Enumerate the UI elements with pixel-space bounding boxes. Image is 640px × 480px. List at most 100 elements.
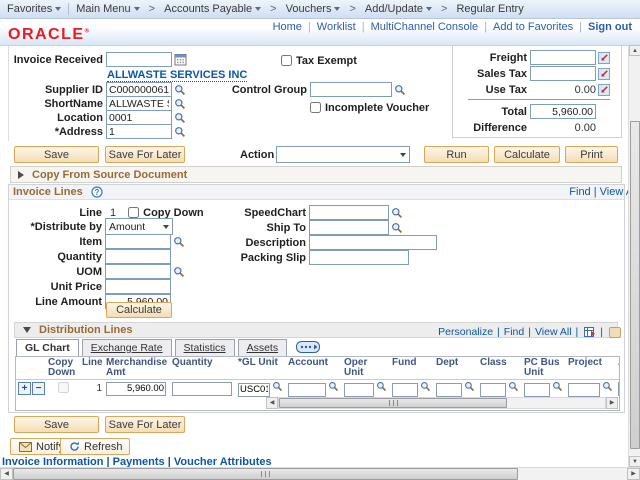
lookup-icon[interactable] xyxy=(174,112,186,124)
address-input[interactable] xyxy=(106,124,172,139)
distribute-by-select[interactable]: Amount xyxy=(105,218,173,235)
show-all-columns-icon[interactable] xyxy=(296,341,320,353)
tab-gl-chart[interactable]: GL Chart xyxy=(16,339,79,356)
footer-save-button[interactable]: Save xyxy=(14,416,99,433)
copy-down-checkbox[interactable] xyxy=(128,207,139,218)
unit-price-input[interactable] xyxy=(105,279,171,294)
speedchart-input[interactable] xyxy=(309,205,389,220)
calendar-icon[interactable] xyxy=(174,53,187,66)
breadcrumb-add-update[interactable]: Add/Update xyxy=(358,0,439,18)
scroll-left-arrow[interactable]: ◀ xyxy=(0,468,13,480)
description-input[interactable] xyxy=(309,235,437,250)
refresh-button[interactable]: Refresh xyxy=(60,438,130,455)
sign-out-link[interactable]: Sign out xyxy=(588,21,632,33)
tax-exempt-checkbox[interactable] xyxy=(281,55,292,66)
tab-statistics[interactable]: Statistics xyxy=(175,339,235,356)
lookup-icon[interactable] xyxy=(174,126,186,138)
lookup-icon[interactable] xyxy=(420,381,431,392)
lookup-icon[interactable] xyxy=(552,381,563,392)
delete-row-button[interactable]: − xyxy=(32,382,45,395)
grid-find-link[interactable]: Find xyxy=(504,326,524,338)
row-pc-bus-unit-input[interactable] xyxy=(524,383,550,397)
lookup-icon[interactable] xyxy=(173,266,185,278)
expand-triangle-icon[interactable] xyxy=(18,171,24,179)
row-fund-input[interactable] xyxy=(392,383,418,397)
item-input[interactable] xyxy=(105,234,171,249)
shortname-input[interactable] xyxy=(106,96,172,111)
sales-tax-input[interactable] xyxy=(530,66,596,81)
lookup-icon[interactable] xyxy=(376,381,387,392)
ship-to-input[interactable] xyxy=(309,220,389,235)
supplier-id-input[interactable] xyxy=(106,82,172,97)
transfer-icon[interactable] xyxy=(598,84,610,96)
row-activity-input[interactable] xyxy=(618,382,620,396)
uom-input[interactable] xyxy=(105,264,171,279)
breadcrumb-vouchers[interactable]: Vouchers xyxy=(279,0,348,18)
lookup-icon[interactable] xyxy=(328,381,339,392)
print-button[interactable]: Print xyxy=(565,146,618,163)
home-link[interactable]: Home xyxy=(273,21,302,33)
footer-save-for-later-button[interactable]: Save For Later xyxy=(105,416,185,433)
lookup-icon[interactable] xyxy=(272,381,283,392)
quantity-input[interactable] xyxy=(105,249,171,264)
collapse-triangle-icon[interactable] xyxy=(23,327,31,333)
lookup-icon[interactable] xyxy=(174,98,186,110)
scroll-left-arrow[interactable]: ◀ xyxy=(266,397,278,409)
row-project-input[interactable] xyxy=(568,383,600,397)
page-v-scrollbar[interactable]: ▲ ▼ xyxy=(628,45,640,467)
worklist-link[interactable]: Worklist xyxy=(317,21,356,33)
run-button[interactable]: Run xyxy=(424,146,489,163)
scroll-track[interactable] xyxy=(13,468,627,480)
row-gl-unit-input[interactable] xyxy=(238,383,270,397)
scroll-track[interactable] xyxy=(278,397,606,409)
save-for-later-button[interactable]: Save For Later xyxy=(105,146,185,163)
grid-view-all-link[interactable]: View All xyxy=(535,326,572,338)
location-input[interactable] xyxy=(106,110,172,125)
row-account-input[interactable] xyxy=(288,383,326,397)
row-class-input[interactable] xyxy=(480,383,506,397)
add-row-button[interactable]: + xyxy=(18,382,31,395)
row-oper-unit-input[interactable] xyxy=(344,383,374,397)
main-menu[interactable]: Main Menu xyxy=(69,0,146,18)
scroll-up-arrow[interactable]: ▲ xyxy=(629,45,640,56)
download-grid-icon[interactable] xyxy=(584,327,596,338)
total-input[interactable] xyxy=(530,104,596,119)
add-to-favorites-link[interactable]: Add to Favorites xyxy=(493,21,573,33)
packing-slip-input[interactable] xyxy=(309,250,409,265)
control-group-input[interactable] xyxy=(310,82,392,97)
row-merchandise-amt-input[interactable] xyxy=(106,382,166,396)
copy-from-source-section[interactable]: Copy From Source Document xyxy=(10,166,622,183)
lookup-icon[interactable] xyxy=(173,236,185,248)
lookup-icon[interactable] xyxy=(394,84,406,96)
breadcrumb-accounts-payable[interactable]: Accounts Payable xyxy=(157,0,268,18)
scroll-right-arrow[interactable]: ▶ xyxy=(606,397,618,409)
scroll-right-arrow[interactable]: ▶ xyxy=(627,468,640,480)
scroll-thumb[interactable] xyxy=(279,398,507,408)
personalize-link[interactable]: Personalize xyxy=(438,326,493,338)
scroll-thumb[interactable] xyxy=(630,121,640,449)
help-icon[interactable]: ? xyxy=(91,186,103,198)
pagination-icon[interactable] xyxy=(609,327,621,338)
invoice-received-input[interactable] xyxy=(106,52,172,67)
line-calculate-button[interactable]: Calculate xyxy=(106,302,172,318)
action-select[interactable] xyxy=(276,146,410,163)
lookup-icon[interactable] xyxy=(602,381,613,392)
row-quantity-input[interactable] xyxy=(172,382,232,396)
lookup-icon[interactable] xyxy=(508,381,519,392)
scroll-down-arrow[interactable]: ▼ xyxy=(629,456,640,467)
transfer-icon[interactable] xyxy=(598,68,610,80)
calculate-button[interactable]: Calculate xyxy=(494,146,560,163)
incomplete-voucher-checkbox[interactable] xyxy=(310,102,321,113)
find-link[interactable]: Find xyxy=(569,186,590,198)
supplier-name-link[interactable]: ALLWASTE SERVICES INC xyxy=(107,69,247,82)
tab-assets[interactable]: Assets xyxy=(238,339,288,356)
row-dept-input[interactable] xyxy=(436,383,462,397)
multichannel-console-link[interactable]: MultiChannel Console xyxy=(371,21,479,33)
lookup-icon[interactable] xyxy=(464,381,475,392)
tab-exchange-rate[interactable]: Exchange Rate xyxy=(82,339,172,356)
save-button[interactable]: Save xyxy=(14,146,99,163)
favorites-menu[interactable]: Favorites xyxy=(0,0,68,18)
lookup-icon[interactable] xyxy=(391,222,403,234)
page-h-scrollbar[interactable]: ◀ ▶ xyxy=(0,467,640,480)
transfer-icon[interactable] xyxy=(598,52,610,64)
